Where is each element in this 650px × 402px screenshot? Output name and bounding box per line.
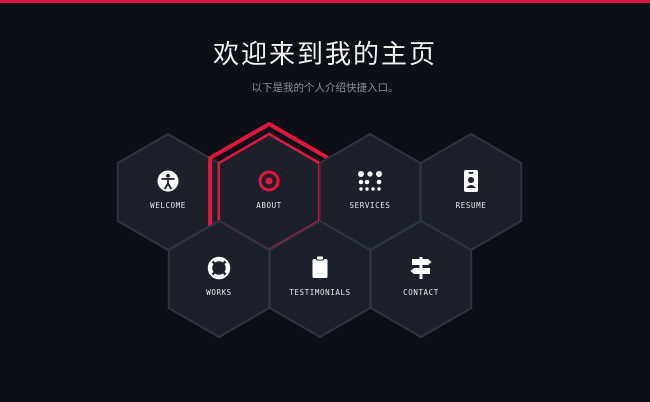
- hex-label: TESTIMONIALS: [289, 288, 350, 297]
- hex-label: WORKS: [206, 288, 232, 297]
- hex-label: WELCOME: [150, 201, 186, 210]
- id-badge-icon: [464, 170, 478, 192]
- accessibility-icon: [157, 170, 179, 192]
- hex-label: RESUME: [456, 201, 487, 210]
- hex-label: SERVICES: [350, 201, 391, 210]
- hex-label: CONTACT: [403, 288, 439, 297]
- clipboard-icon: [312, 255, 328, 278]
- hex-menu: WELCOME ABOUT SERVICES RESUME WORKS TEST…: [116, 121, 523, 339]
- hex-label: ABOUT: [256, 201, 282, 210]
